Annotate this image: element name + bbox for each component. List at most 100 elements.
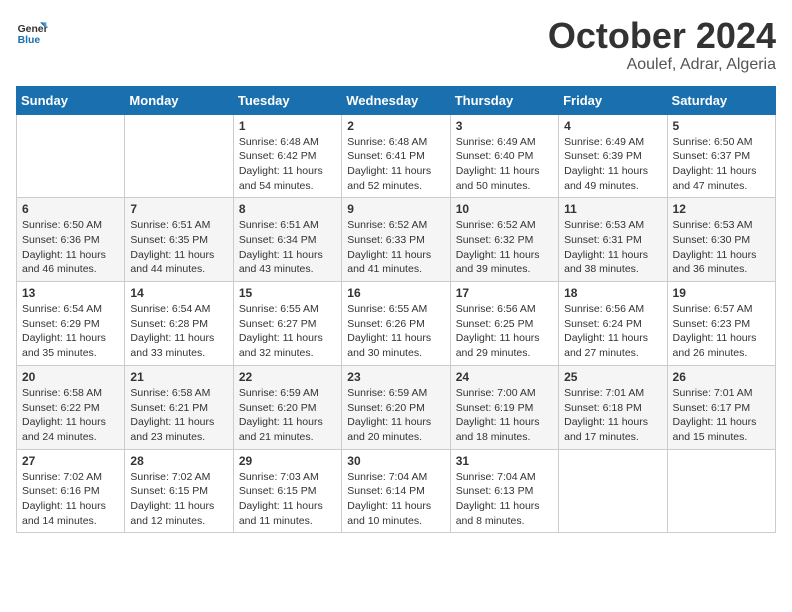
empty-day-cell (559, 449, 667, 533)
day-info: Sunrise: 6:59 AM Sunset: 6:20 PM Dayligh… (239, 386, 336, 445)
calendar-day-cell: 26 Sunrise: 7:01 AM Sunset: 6:17 PM Dayli… (667, 365, 775, 449)
day-number: 6 (22, 202, 119, 216)
weekday-header-monday: Monday (125, 86, 233, 114)
day-number: 13 (22, 286, 119, 300)
calendar-week-row: 27Sunrise: 7:02 AM Sunset: 6:16 PM Dayli… (17, 449, 776, 533)
day-info: Sunrise: 6:48 AM Sunset: 6:41 PM Dayligh… (347, 135, 444, 194)
day-info: Sunrise: 6:49 AM Sunset: 6:39 PM Dayligh… (564, 135, 661, 194)
day-info: Sunrise: 6:53 AM Sunset: 6:31 PM Dayligh… (564, 218, 661, 277)
day-number: 17 (456, 286, 553, 300)
day-info: Sunrise: 7:04 AM Sunset: 6:13 PM Dayligh… (456, 470, 553, 529)
calendar-day-cell: 12Sunrise: 6:53 AM Sunset: 6:30 PM Dayli… (667, 198, 775, 282)
day-number: 25 (564, 370, 661, 384)
day-info: Sunrise: 7:01 AM Sunset: 6:17 PM Dayligh… (673, 386, 770, 445)
day-info: Sunrise: 6:54 AM Sunset: 6:28 PM Dayligh… (130, 302, 227, 361)
empty-day-cell (17, 114, 125, 198)
calendar-day-cell: 17 Sunrise: 6:56 AM Sunset: 6:25 PM Dayli… (450, 282, 558, 366)
day-info: Sunrise: 6:50 AM Sunset: 6:36 PM Dayligh… (22, 218, 119, 277)
day-info: Sunrise: 6:58 AM Sunset: 6:22 PM Dayligh… (22, 386, 119, 445)
calendar-day-cell: 11 Sunrise: 6:53 AM Sunset: 6:31 PM Dayli… (559, 198, 667, 282)
calendar-day-cell: 15 Sunrise: 6:55 AM Sunset: 6:27 PM Dayli… (233, 282, 341, 366)
weekday-header-row: SundayMondayTuesdayWednesdayThursdayFrid… (17, 86, 776, 114)
day-number: 22 (239, 370, 336, 384)
day-number: 30 (347, 454, 444, 468)
day-number: 18 (564, 286, 661, 300)
day-info: Sunrise: 6:52 AM Sunset: 6:33 PM Dayligh… (347, 218, 444, 277)
day-number: 15 (239, 286, 336, 300)
day-number: 14 (130, 286, 227, 300)
day-info: Sunrise: 6:48 AM Sunset: 6:42 PM Dayligh… (239, 135, 336, 194)
calendar-week-row: 20Sunrise: 6:58 AM Sunset: 6:22 PM Dayli… (17, 365, 776, 449)
day-info: Sunrise: 6:55 AM Sunset: 6:27 PM Dayligh… (239, 302, 336, 361)
weekday-header-tuesday: Tuesday (233, 86, 341, 114)
calendar-day-cell: 7 Sunrise: 6:51 AM Sunset: 6:35 PM Daylig… (125, 198, 233, 282)
day-info: Sunrise: 7:04 AM Sunset: 6:14 PM Dayligh… (347, 470, 444, 529)
weekday-header-thursday: Thursday (450, 86, 558, 114)
calendar-body: 1 Sunrise: 6:48 AM Sunset: 6:42 PM Daylig… (17, 114, 776, 533)
calendar-day-cell: 1 Sunrise: 6:48 AM Sunset: 6:42 PM Daylig… (233, 114, 341, 198)
day-info: Sunrise: 6:56 AM Sunset: 6:25 PM Dayligh… (456, 302, 553, 361)
calendar-day-cell: 4 Sunrise: 6:49 AM Sunset: 6:39 PM Daylig… (559, 114, 667, 198)
day-info: Sunrise: 7:02 AM Sunset: 6:16 PM Dayligh… (22, 470, 119, 529)
calendar-day-cell: 2 Sunrise: 6:48 AM Sunset: 6:41 PM Daylig… (342, 114, 450, 198)
calendar-day-cell: 25 Sunrise: 7:01 AM Sunset: 6:18 PM Dayli… (559, 365, 667, 449)
day-info: Sunrise: 6:57 AM Sunset: 6:23 PM Dayligh… (673, 302, 770, 361)
day-number: 26 (673, 370, 770, 384)
calendar-header: SundayMondayTuesdayWednesdayThursdayFrid… (17, 86, 776, 114)
calendar-day-cell: 9 Sunrise: 6:52 AM Sunset: 6:33 PM Daylig… (342, 198, 450, 282)
day-info: Sunrise: 6:49 AM Sunset: 6:40 PM Dayligh… (456, 135, 553, 194)
weekday-header-friday: Friday (559, 86, 667, 114)
calendar-day-cell: 28 Sunrise: 7:02 AM Sunset: 6:15 PM Dayli… (125, 449, 233, 533)
day-number: 2 (347, 119, 444, 133)
title-block: October 2024 Aoulef, Adrar, Algeria (548, 16, 776, 74)
day-number: 21 (130, 370, 227, 384)
day-info: Sunrise: 7:02 AM Sunset: 6:15 PM Dayligh… (130, 470, 227, 529)
day-number: 8 (239, 202, 336, 216)
day-info: Sunrise: 6:59 AM Sunset: 6:20 PM Dayligh… (347, 386, 444, 445)
day-info: Sunrise: 6:53 AM Sunset: 6:30 PM Dayligh… (673, 218, 770, 277)
calendar-day-cell: 16 Sunrise: 6:55 AM Sunset: 6:26 PM Dayli… (342, 282, 450, 366)
day-number: 9 (347, 202, 444, 216)
day-info: Sunrise: 6:58 AM Sunset: 6:21 PM Dayligh… (130, 386, 227, 445)
calendar-day-cell: 13 Sunrise: 6:54 AM Sunset: 6:29 PM Dayli… (17, 282, 125, 366)
page-header: General Blue October 2024 Aoulef, Adrar,… (16, 16, 776, 74)
day-info: Sunrise: 6:51 AM Sunset: 6:34 PM Dayligh… (239, 218, 336, 277)
day-number: 5 (673, 119, 770, 133)
day-info: Sunrise: 7:00 AM Sunset: 6:19 PM Dayligh… (456, 386, 553, 445)
empty-day-cell (125, 114, 233, 198)
day-number: 11 (564, 202, 661, 216)
month-title: October 2024 (548, 16, 776, 56)
calendar-day-cell: 18 Sunrise: 6:56 AM Sunset: 6:24 PM Dayli… (559, 282, 667, 366)
day-info: Sunrise: 6:52 AM Sunset: 6:32 PM Dayligh… (456, 218, 553, 277)
day-info: Sunrise: 6:51 AM Sunset: 6:35 PM Dayligh… (130, 218, 227, 277)
logo-icon: General Blue (16, 16, 48, 48)
day-info: Sunrise: 6:54 AM Sunset: 6:29 PM Dayligh… (22, 302, 119, 361)
day-number: 28 (130, 454, 227, 468)
calendar-day-cell: 30 Sunrise: 7:04 AM Sunset: 6:14 PM Dayli… (342, 449, 450, 533)
day-info: Sunrise: 6:56 AM Sunset: 6:24 PM Dayligh… (564, 302, 661, 361)
calendar-day-cell: 20Sunrise: 6:58 AM Sunset: 6:22 PM Dayli… (17, 365, 125, 449)
day-info: Sunrise: 6:55 AM Sunset: 6:26 PM Dayligh… (347, 302, 444, 361)
calendar-week-row: 13 Sunrise: 6:54 AM Sunset: 6:29 PM Dayli… (17, 282, 776, 366)
svg-text:Blue: Blue (18, 35, 41, 46)
day-number: 19 (673, 286, 770, 300)
day-number: 29 (239, 454, 336, 468)
calendar-day-cell: 21 Sunrise: 6:58 AM Sunset: 6:21 PM Dayli… (125, 365, 233, 449)
day-number: 7 (130, 202, 227, 216)
calendar-day-cell: 27Sunrise: 7:02 AM Sunset: 6:16 PM Dayli… (17, 449, 125, 533)
day-info: Sunrise: 7:01 AM Sunset: 6:18 PM Dayligh… (564, 386, 661, 445)
day-number: 16 (347, 286, 444, 300)
day-number: 4 (564, 119, 661, 133)
calendar-table: SundayMondayTuesdayWednesdayThursdayFrid… (16, 86, 776, 534)
day-number: 24 (456, 370, 553, 384)
calendar-day-cell: 14 Sunrise: 6:54 AM Sunset: 6:28 PM Dayli… (125, 282, 233, 366)
calendar-day-cell: 10 Sunrise: 6:52 AM Sunset: 6:32 PM Dayli… (450, 198, 558, 282)
calendar-day-cell: 5Sunrise: 6:50 AM Sunset: 6:37 PM Daylig… (667, 114, 775, 198)
weekday-header-sunday: Sunday (17, 86, 125, 114)
calendar-week-row: 6 Sunrise: 6:50 AM Sunset: 6:36 PM Daylig… (17, 198, 776, 282)
day-number: 1 (239, 119, 336, 133)
calendar-day-cell: 3Sunrise: 6:49 AM Sunset: 6:40 PM Daylig… (450, 114, 558, 198)
empty-day-cell (667, 449, 775, 533)
day-number: 10 (456, 202, 553, 216)
calendar-day-cell: 29Sunrise: 7:03 AM Sunset: 6:15 PM Dayli… (233, 449, 341, 533)
